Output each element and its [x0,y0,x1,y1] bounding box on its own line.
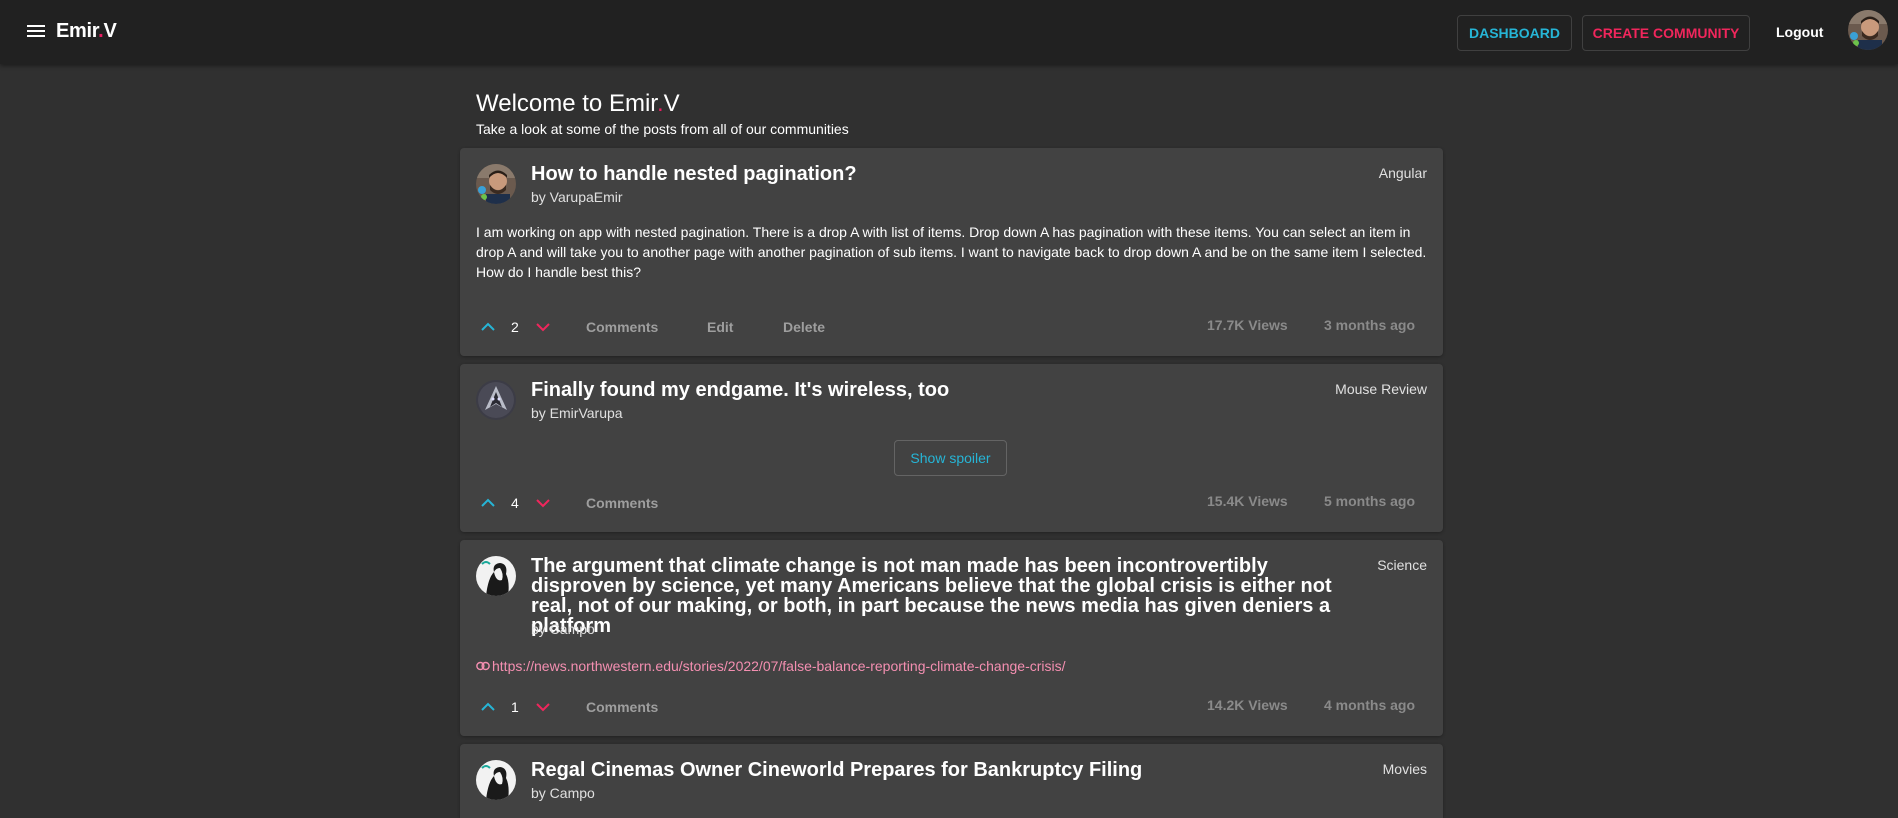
author-avatar[interactable] [476,380,516,420]
vote-count: 1 [511,699,519,715]
post-community[interactable]: Science [1377,557,1427,573]
user-avatar[interactable] [1848,10,1888,50]
post-link[interactable]: https://news.northwestern.edu/stories/20… [476,658,1066,674]
page-subtitle: Take a look at some of the posts from al… [476,121,849,137]
show-spoiler-button[interactable]: Show spoiler [894,440,1007,476]
comments-button[interactable]: Comments [586,495,658,511]
author-avatar[interactable] [476,760,516,800]
top-app-bar: Emir.V DASHBOARD CREATE COMMUNITY Logout [0,0,1898,64]
vote-count: 4 [511,495,519,511]
menu-icon[interactable] [24,22,48,42]
post-author[interactable]: by EmirVarupa [531,405,623,421]
comments-button[interactable]: Comments [586,699,658,715]
chevron-up-icon[interactable] [476,315,500,339]
post-link-url: https://news.northwestern.edu/stories/20… [492,658,1066,674]
post-card: The argument that climate change is not … [460,540,1443,736]
page-title-dot: . [656,90,664,117]
post-community[interactable]: Angular [1379,165,1427,181]
author-avatar[interactable] [476,556,516,596]
post-title[interactable]: How to handle nested pagination? [531,164,857,184]
post-author[interactable]: by VarupaEmir [531,189,623,205]
author-avatar[interactable] [476,164,516,204]
logout-button[interactable]: Logout [1776,24,1823,40]
post-author[interactable]: by Campo [531,785,595,801]
chevron-down-icon[interactable] [531,695,555,719]
chevron-up-icon[interactable] [476,695,500,719]
link-icon [476,661,490,671]
post-title[interactable]: The argument that climate change is not … [531,556,1361,636]
delete-button[interactable]: Delete [783,319,825,335]
view-count: 14.2K Views [1207,697,1288,713]
post-timestamp: 5 months ago [1324,493,1416,509]
post-body: I am working on app with nested paginati… [476,224,1427,280]
chevron-down-icon[interactable] [531,491,555,515]
view-count: 17.7K Views [1207,317,1288,333]
post-timestamp: 4 months ago [1324,697,1416,713]
comments-button[interactable]: Comments [586,319,658,335]
post-author[interactable]: by Campo [531,621,595,637]
page-title: Welcome to Emir.V [476,90,680,118]
view-count: 15.4K Views [1207,493,1288,509]
create-community-button[interactable]: CREATE COMMUNITY [1582,15,1750,51]
chevron-up-icon[interactable] [476,491,500,515]
post-community[interactable]: Movies [1383,761,1427,777]
post-title[interactable]: Regal Cinemas Owner Cineworld Prepares f… [531,760,1142,780]
page-title-text: Welcome to Emir [476,90,657,117]
edit-button[interactable]: Edit [707,319,733,335]
vote-count: 2 [511,319,519,335]
post-card: Finally found my endgame. It's wireless,… [460,364,1443,532]
post-title[interactable]: Finally found my endgame. It's wireless,… [531,380,949,400]
post-community[interactable]: Mouse Review [1335,381,1427,397]
page-title-end: V [663,90,680,117]
brand-text: Emir [56,20,99,42]
post-card: Regal Cinemas Owner Cineworld Prepares f… [460,744,1443,818]
brand-text-end: V [103,20,117,42]
dashboard-button[interactable]: DASHBOARD [1457,15,1572,51]
post-timestamp: 3 months ago [1324,317,1416,333]
brand-logo[interactable]: Emir.V [56,20,117,43]
post-card: How to handle nested pagination? by Varu… [460,148,1443,356]
chevron-down-icon[interactable] [531,315,555,339]
